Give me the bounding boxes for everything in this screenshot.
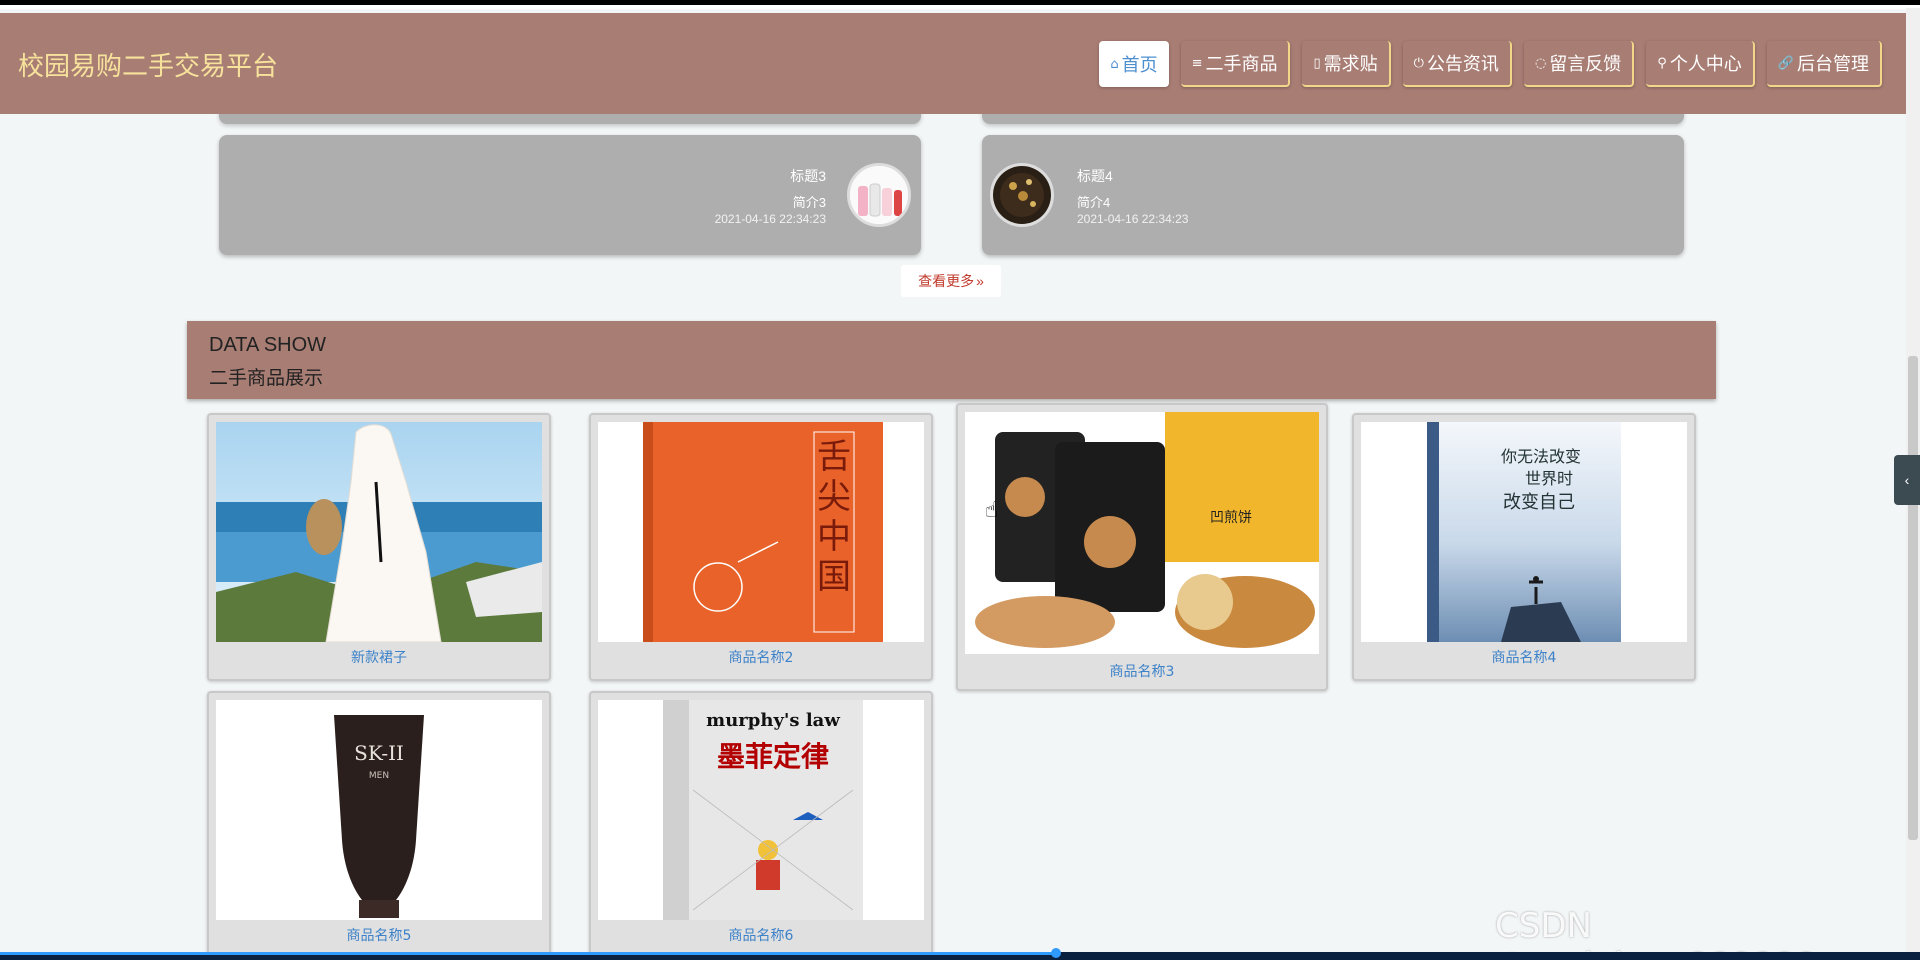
page-scrollbar-thumb[interactable]: [1908, 356, 1918, 840]
nav-demand-posts[interactable]: ▯ 需求贴: [1302, 41, 1391, 87]
news-thumbnail: [990, 163, 1054, 227]
news-time: 2021-04-16 22:34:23: [714, 212, 826, 226]
news-card-3[interactable]: 标题3 简介3 2021-04-16 22:34:23: [219, 135, 921, 255]
nav-secondhand-goods-label: 二手商品: [1205, 54, 1278, 75]
page-content: 校园易购二手交易平台 ⌂ 首页 ≡ 二手商品 ▯ 需求贴 ⏻ 公告资讯 ◌ 留言…: [0, 0, 1906, 952]
nav-personal-center-label: 个人中心: [1669, 54, 1742, 75]
nav-feedback-label: 留言反馈: [1549, 54, 1622, 75]
product-name[interactable]: 商品名称6: [591, 925, 931, 945]
sliders-icon: ≡: [1191, 55, 1203, 71]
product-card[interactable]: 你无法改变 世界时 改变自己 商品名称4: [1352, 413, 1696, 681]
home-icon: ⌂: [1110, 56, 1119, 72]
svg-text:中: 中: [817, 517, 851, 557]
main-nav: ⌂ 首页 ≡ 二手商品 ▯ 需求贴 ⏻ 公告资讯 ◌ 留言反馈 ⚲ 个人中心 🔗…: [1099, 41, 1882, 87]
section-title-cn: 二手商品展示: [209, 367, 324, 389]
news-intro: 简介4: [1077, 195, 1111, 210]
product-card[interactable]: murphy's law 墨菲定律 商品名称6: [589, 691, 933, 952]
nav-announcements-label: 公告资讯: [1426, 54, 1499, 75]
svg-text:尖: 尖: [817, 477, 851, 517]
columns-icon: ▯: [1313, 55, 1321, 71]
nav-demand-posts-label: 需求贴: [1323, 54, 1378, 75]
product-name[interactable]: 商品名称3: [958, 661, 1326, 681]
view-more-label: 查看更多: [918, 273, 975, 289]
nav-secondhand-goods[interactable]: ≡ 二手商品: [1180, 41, 1291, 87]
site-title[interactable]: 校园易购二手交易平台: [18, 46, 278, 83]
svg-text:SK-II: SK-II: [354, 741, 404, 765]
product-name[interactable]: 商品名称2: [591, 647, 931, 667]
product-image[interactable]: 你无法改变 世界时 改变自己: [1361, 422, 1687, 642]
power-icon: ⏻: [1413, 55, 1424, 71]
svg-text:国: 国: [817, 557, 851, 597]
svg-text:世界时: 世界时: [1525, 469, 1573, 488]
svg-text:MEN: MEN: [369, 771, 389, 781]
double-chevron-right-icon: »: [976, 273, 984, 289]
nav-feedback[interactable]: ◌ 留言反馈: [1523, 41, 1635, 87]
svg-text:murphy's law: murphy's law: [706, 710, 840, 731]
svg-text:改变自己: 改变自己: [1503, 492, 1575, 513]
news-title: 标题4: [1077, 168, 1113, 184]
product-image[interactable]: [216, 422, 542, 642]
news-thumbnail: [847, 163, 911, 227]
svg-text:凹煎饼: 凹煎饼: [1210, 510, 1252, 526]
product-name[interactable]: 新款裙子: [209, 647, 549, 667]
nav-home[interactable]: ⌂ 首页: [1099, 41, 1169, 87]
product-image[interactable]: murphy's law 墨菲定律: [598, 700, 924, 920]
nav-admin[interactable]: 🔗 后台管理: [1766, 41, 1882, 87]
product-card[interactable]: 凹煎饼 商品名称3: [956, 403, 1328, 691]
product-image[interactable]: 舌 尖 中 国: [598, 422, 924, 642]
nav-home-label: 首页: [1121, 55, 1158, 76]
section-title-en: DATA SHOW: [209, 334, 327, 356]
side-panel-toggle[interactable]: ‹: [1894, 455, 1920, 505]
nav-announcements[interactable]: ⏻ 公告资讯: [1402, 41, 1512, 87]
chat-icon: ◌: [1534, 55, 1547, 71]
video-progress-fill: [0, 952, 1056, 955]
news-title: 标题3: [790, 168, 826, 184]
news-card-4[interactable]: 标题4 简介4 2021-04-16 22:34:23: [982, 135, 1684, 255]
news-time: 2021-04-16 22:34:23: [1077, 212, 1189, 226]
view-more-button[interactable]: 查看更多 »: [901, 265, 1001, 297]
section-header: DATA SHOW 二手商品展示: [187, 321, 1716, 399]
svg-text:舌: 舌: [817, 437, 851, 477]
svg-text:墨菲定律: 墨菲定律: [717, 740, 829, 773]
nav-admin-label: 后台管理: [1797, 54, 1869, 75]
product-image[interactable]: 凹煎饼: [965, 412, 1319, 654]
product-card[interactable]: SK-II MEN 商品名称5: [207, 691, 551, 952]
hand-cursor-icon: ☝: [985, 497, 999, 522]
chevron-left-icon: ‹: [1904, 472, 1910, 488]
product-image[interactable]: SK-II MEN: [216, 700, 542, 920]
top-navbar: 校园易购二手交易平台 ⌂ 首页 ≡ 二手商品 ▯ 需求贴 ⏻ 公告资讯 ◌ 留言…: [0, 13, 1906, 114]
link-icon: 🔗: [1777, 55, 1794, 71]
video-progress-handle[interactable]: [1051, 948, 1061, 958]
svg-text:你无法改变: 你无法改变: [1501, 447, 1581, 466]
product-name[interactable]: 商品名称4: [1354, 647, 1694, 667]
product-card[interactable]: 新款裙子: [207, 413, 551, 681]
nav-personal-center[interactable]: ⚲ 个人中心: [1646, 41, 1755, 87]
news-intro: 简介3: [792, 195, 826, 210]
user-icon: ⚲: [1657, 55, 1667, 71]
product-card[interactable]: 舌 尖 中 国 商品名称2: [589, 413, 933, 681]
product-name[interactable]: 商品名称5: [209, 925, 549, 945]
